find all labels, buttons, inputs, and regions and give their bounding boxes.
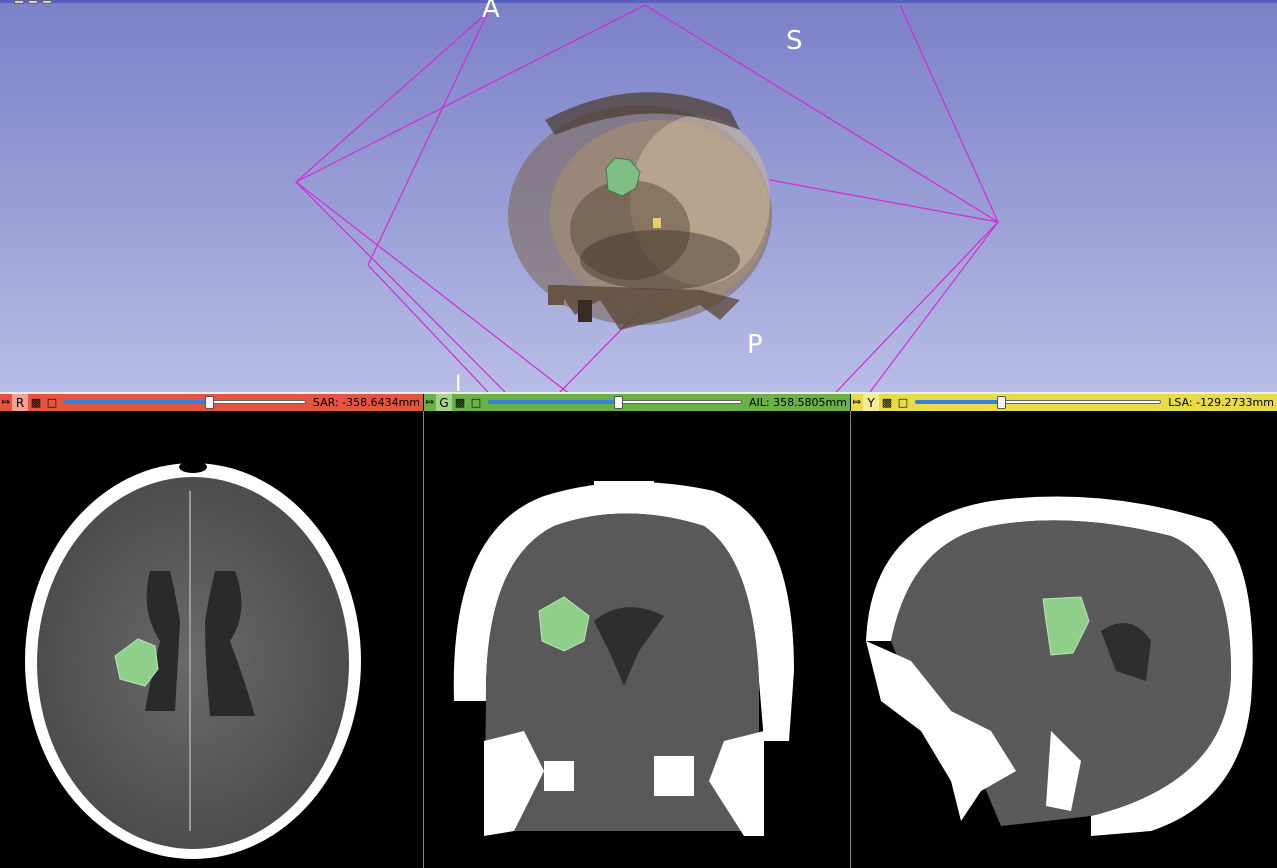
yellow-view-label[interactable]: Y xyxy=(863,394,879,411)
yellow-marker xyxy=(653,218,661,228)
green-slice-view[interactable] xyxy=(424,411,850,868)
orientation-label-p: P xyxy=(747,330,763,360)
yellow-slice-controller: ⤇ Y ▩ □ LSA: -129.2733mm xyxy=(851,394,1277,411)
yellow-slice-slider[interactable] xyxy=(915,394,1162,411)
red-slice-slider-fill xyxy=(64,400,210,404)
maximize-icon[interactable]: □ xyxy=(895,394,911,411)
coronal-ct-image xyxy=(453,481,794,836)
yellow-slice-offset: LSA: -129.2733mm xyxy=(1168,396,1274,409)
pin-icon[interactable]: ⤇ xyxy=(424,394,436,411)
orientation-label-a: A xyxy=(482,0,500,24)
orientation-label-i: I xyxy=(455,372,462,392)
green-slice-slider-thumb[interactable] xyxy=(613,396,623,409)
orientation-label-s: S xyxy=(786,26,803,56)
red-slice-controller: ⤇ R ▩ □ SAR: -358.6434mm xyxy=(0,394,423,411)
axial-ct-image xyxy=(25,461,361,859)
green-slice-offset: AIL: 358.5805mm xyxy=(748,396,847,409)
pin-icon[interactable]: ⤇ xyxy=(0,394,12,411)
red-slice-view[interactable] xyxy=(0,411,423,868)
green-view-label[interactable]: G xyxy=(436,394,452,411)
maximize-icon[interactable]: □ xyxy=(44,394,60,411)
red-slice-offset: SAR: -358.6434mm xyxy=(312,396,420,409)
green-slice-slider-fill xyxy=(488,400,618,404)
link-icon[interactable]: ▩ xyxy=(452,394,468,411)
link-icon[interactable]: ▩ xyxy=(879,394,895,411)
red-slice-slider[interactable] xyxy=(64,394,306,411)
red-view-label[interactable]: R xyxy=(12,394,28,411)
green-slice-slider[interactable] xyxy=(488,394,742,411)
3d-scene xyxy=(294,4,999,392)
slicer-layout: A S P I ⤇ R ▩ □ SAR: -358.6434mm ⤇ G ▩ □… xyxy=(0,0,1277,868)
pin-icon[interactable]: ⤇ xyxy=(851,394,863,411)
yellow-slice-slider-thumb[interactable] xyxy=(997,396,1007,409)
yellow-slice-view[interactable] xyxy=(851,411,1277,868)
volume-rendering xyxy=(508,92,772,330)
yellow-slice-slider-fill xyxy=(915,400,1002,404)
red-slice-slider-thumb[interactable] xyxy=(205,396,215,409)
green-slice-controller: ⤇ G ▩ □ AIL: 358.5805mm xyxy=(424,394,850,411)
sagittal-ct-image xyxy=(866,496,1253,836)
3d-view[interactable]: A S P I xyxy=(0,0,1277,392)
link-icon[interactable]: ▩ xyxy=(28,394,44,411)
maximize-icon[interactable]: □ xyxy=(468,394,484,411)
